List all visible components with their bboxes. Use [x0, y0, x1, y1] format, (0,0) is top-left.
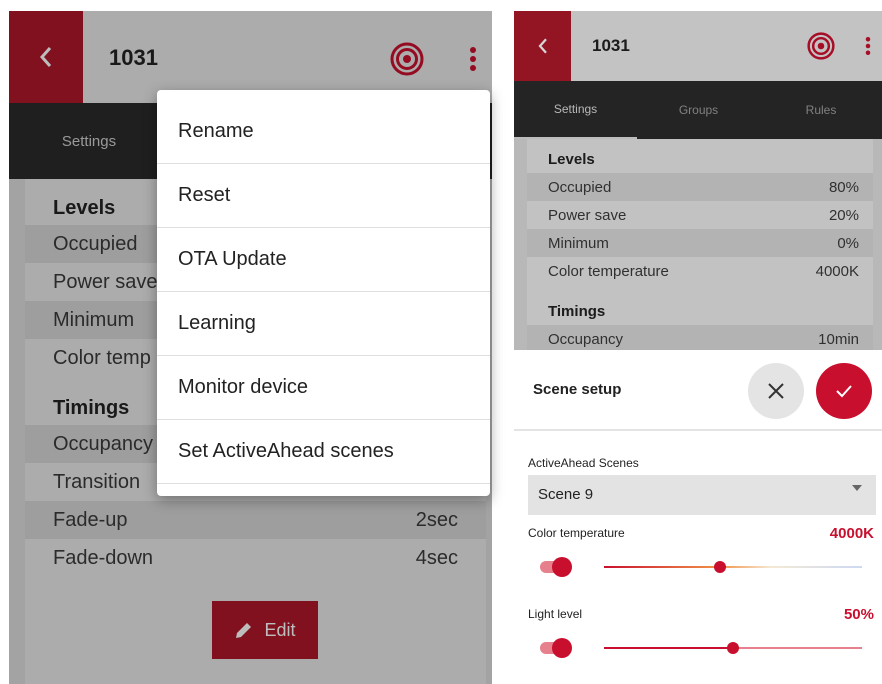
scene-select-value: Scene 9: [538, 486, 594, 503]
dropdown-label: ActiveAhead Scenes: [528, 456, 639, 470]
light-level-toggle[interactable]: [540, 638, 572, 658]
close-button[interactable]: [748, 363, 804, 419]
menu-item-set-activeahead-scenes[interactable]: Set ActiveAhead scenes: [157, 420, 490, 484]
scene-setup-sheet: Scene setup ActiveAhead Scenes Scene 9 C…: [514, 350, 882, 684]
color-temperature-label: Color temperature: [528, 526, 625, 540]
light-level-label: Light level: [528, 607, 583, 621]
menu-item-rename[interactable]: Rename: [157, 100, 490, 164]
dropdown-caret-icon: [852, 485, 862, 491]
slider-thumb[interactable]: [714, 561, 727, 573]
check-icon: [836, 385, 852, 398]
right-screen: 1031 Settings Groups Rules Levels Occupi…: [514, 11, 882, 684]
light-level-value: 50%: [843, 606, 874, 623]
menu-item-monitor-device[interactable]: Monitor device: [157, 356, 490, 420]
overflow-menu: Rename Reset OTA Update Learning Monitor…: [157, 90, 490, 496]
sheet-title: Scene setup: [533, 381, 622, 398]
color-temperature-slider[interactable]: [604, 561, 862, 573]
divider: [514, 429, 882, 431]
color-temperature-toggle[interactable]: [540, 557, 572, 577]
toggle-knob: [552, 557, 572, 577]
light-level-slider[interactable]: [604, 642, 862, 654]
close-icon: [768, 383, 784, 399]
slider-fill: [604, 647, 733, 649]
slider-thumb[interactable]: [727, 642, 739, 654]
toggle-knob: [552, 638, 572, 658]
confirm-button[interactable]: [816, 363, 872, 419]
menu-item-ota-update[interactable]: OTA Update: [157, 228, 490, 292]
menu-item-learning[interactable]: Learning: [157, 292, 490, 356]
menu-item-reset[interactable]: Reset: [157, 164, 490, 228]
scene-select[interactable]: Scene 9: [528, 475, 876, 515]
color-temperature-value: 4000K: [829, 525, 874, 542]
